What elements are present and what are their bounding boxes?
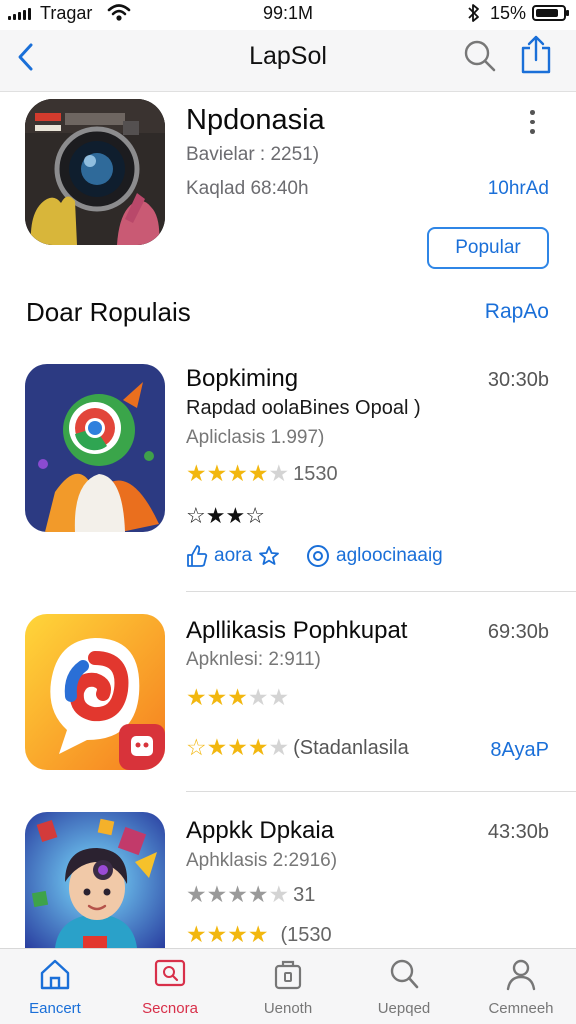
section-see-all-link[interactable]: RapAo <box>449 300 549 324</box>
tab-label: Uepqed <box>377 1000 431 1017</box>
swirl-chat-icon <box>25 614 165 770</box>
app-size: 69:30b <box>487 621 549 643</box>
tab-label: Secnora <box>142 1000 198 1017</box>
featured-app-subtitle: Bavielar : 2251) <box>186 144 320 165</box>
rating-count: 1530 <box>293 463 338 485</box>
navigation-bar: LapSol <box>0 30 576 92</box>
divider <box>186 791 576 792</box>
home-icon <box>40 959 70 990</box>
star-rating: ★ ★ ★ ★ ★ 1530 <box>186 461 338 487</box>
search-icon <box>390 959 419 989</box>
app-name[interactable]: Bopkiming <box>186 365 298 393</box>
app-icon-game[interactable] <box>25 812 165 948</box>
featured-app-meta: Kaqlad 68:40h <box>186 178 309 199</box>
tab-label: Cemneeh <box>488 1000 554 1017</box>
divider <box>186 591 576 592</box>
star-outline-icon <box>259 546 279 565</box>
tab-search-card[interactable]: Secnora <box>120 957 220 1017</box>
rating-count: 31 <box>293 884 316 906</box>
battery-icon <box>532 5 569 21</box>
app-size: 30:30b <box>487 369 549 391</box>
featured-app-icon[interactable] <box>25 99 165 245</box>
tab-bar: Eancert Secnora Uenoth Uepqed Cemneeh <box>0 948 576 1024</box>
social-label: agloocinaaig <box>336 545 443 566</box>
bag-icon <box>274 960 302 990</box>
review-rating: ☆ ★ ★ ★ ★ (Stadanlasila <box>186 735 409 761</box>
app-icon-swirl[interactable] <box>25 614 165 770</box>
like-action[interactable]: aora <box>186 544 280 568</box>
at-sign-icon <box>307 545 330 567</box>
like-label: aora <box>214 545 253 566</box>
app-category: Aphklasis 2:2916) <box>186 850 338 871</box>
app-icon-browser[interactable] <box>25 364 165 532</box>
more-options-icon[interactable] <box>520 110 544 135</box>
thumbs-up-icon <box>187 545 208 567</box>
bluetooth-icon <box>468 4 479 22</box>
rating-count-secondary: (1530 <box>280 924 332 946</box>
featured-get-button[interactable]: Popular <box>427 227 549 269</box>
app-size: 43:30b <box>487 821 549 843</box>
tab-label: Uenoth <box>263 1000 313 1017</box>
user-rating-stars[interactable]: ☆ ★ ★ ☆ <box>186 505 265 528</box>
featured-app-name[interactable]: Npdonasia <box>186 104 325 137</box>
battery-percent: 15% <box>490 3 527 23</box>
camera-icon <box>25 99 165 245</box>
app-name[interactable]: Apllikasis Pophkupat <box>186 617 407 645</box>
star-rating: ★ ★ ★ ★ ★ <box>186 685 290 711</box>
app-category: Apliclasis 1.997) <box>186 427 325 448</box>
tab-profile[interactable]: Cemneeh <box>471 957 571 1017</box>
social-action[interactable]: agloocinaaig <box>306 544 443 568</box>
app-name[interactable]: Appkk Dpkaia <box>186 817 334 845</box>
share-icon[interactable] <box>519 34 553 76</box>
star-rating-secondary: ★ ★ ★ ★ (1530 <box>186 922 332 948</box>
tab-label: Eancert <box>29 1000 81 1017</box>
app-actions: aora agloocinaaig <box>186 544 443 568</box>
browser-bird-icon <box>25 364 165 532</box>
section-title: Doar Ropulais <box>26 297 191 327</box>
game-character-icon <box>25 812 165 948</box>
app-description: Rapdad oolaBines Opoal ) <box>186 397 421 419</box>
app-category: Apknlesi: 2:911) <box>186 649 321 670</box>
person-icon <box>506 959 536 991</box>
tab-search[interactable]: Uepqed <box>354 957 454 1017</box>
search-card-icon <box>154 959 186 987</box>
app-link[interactable]: 8AyaP <box>462 739 549 762</box>
tab-home[interactable]: Eancert <box>5 957 105 1017</box>
status-bar: Tragar 99:1M 15% <box>0 0 576 30</box>
featured-app-link[interactable]: 10hrAd <box>453 178 549 200</box>
star-rating: ★ ★ ★ ★ ★ 31 <box>186 882 316 908</box>
search-icon[interactable] <box>462 36 498 76</box>
tab-bag[interactable]: Uenoth <box>238 957 338 1017</box>
review-label: (Stadanlasila <box>293 737 409 759</box>
